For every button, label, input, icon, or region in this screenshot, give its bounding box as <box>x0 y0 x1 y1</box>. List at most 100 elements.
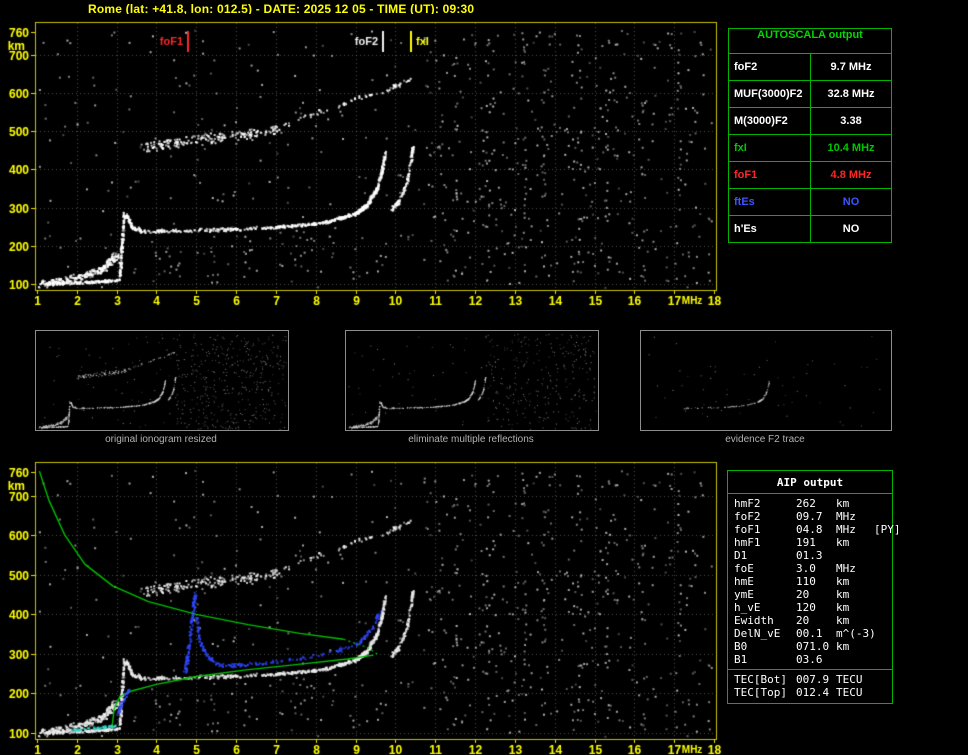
aip-name: Ewidth <box>734 614 774 627</box>
autoscala-row-label: fxI <box>729 135 811 161</box>
aip-tec-rows: TEC[Bot] 007.9 TECU TEC[Top] 012.4 TECU <box>728 673 892 699</box>
aip-separator <box>728 669 892 670</box>
aip-extra <box>874 562 892 575</box>
aip-name: B1 <box>734 653 748 666</box>
aip-extra <box>874 575 892 588</box>
autoscala-row-value: 4.8 MHz <box>830 169 872 181</box>
aip-name: foF1 <box>734 523 761 536</box>
aip-extra: [PY] <box>874 523 901 536</box>
aip-extra <box>874 588 892 601</box>
aip-val: 20 <box>796 588 810 601</box>
aip-row: h_vE 120 km <box>728 601 892 614</box>
aip-val: 20 <box>796 614 810 627</box>
aip-unit: km <box>836 640 850 653</box>
aip-unit: MHz <box>836 523 856 536</box>
aip-row: B1 03.6 <box>728 653 892 666</box>
aip-unit: km <box>836 601 850 614</box>
autoscala-row-value: NO <box>842 196 860 208</box>
aip-title: AIP output <box>728 474 892 494</box>
aip-val: 110 <box>796 575 816 588</box>
aip-unit: m^(-3) <box>836 627 876 640</box>
aip-extra <box>874 653 892 666</box>
aip-name: hmF1 <box>734 536 761 549</box>
aip-name: D1 <box>734 549 748 562</box>
aip-extra <box>874 673 892 686</box>
autoscala-row-value: 10.4 MHz <box>827 142 875 154</box>
aip-extra <box>874 601 892 614</box>
thumbnail-original-ionogram <box>35 330 289 431</box>
aip-row: hmE 110 km <box>728 575 892 588</box>
thumbnail-eliminate-multiples <box>345 330 599 431</box>
aip-val: 191 <box>796 536 816 549</box>
aip-unit: km <box>836 575 850 588</box>
autoscala-row: foF2 9.7 MHz <box>729 54 891 81</box>
autoscala-row: M(3000)F2 3.38 <box>729 108 891 135</box>
autoscala-title: AUTOSCALA output <box>729 29 891 54</box>
aip-val: 01.3 <box>796 549 823 562</box>
aip-unit: TECU <box>836 686 863 699</box>
aip-name: foF2 <box>734 510 761 523</box>
autoscala-screen: { "title": "Rome (lat: +41.8, lon: 012.5… <box>0 0 968 755</box>
autoscala-row-label: MUF(3000)F2 <box>729 81 811 107</box>
autoscala-row-value: 9.7 MHz <box>830 61 872 73</box>
autoscala-row: h'Es NO <box>729 216 891 242</box>
aip-row: DelN_vE 00.1 m^(-3) <box>728 627 892 640</box>
aip-val: 00.1 <box>796 627 823 640</box>
aip-output-panel: AIP output hmF2 262 km foF2 09.7 MHz foF1 04.8 M… <box>727 470 901 704</box>
aip-row: TEC[Bot] 007.9 TECU <box>728 673 892 686</box>
aip-row: ymE 20 km <box>728 588 892 601</box>
autoscala-row-value: NO <box>842 223 860 235</box>
aip-unit: km <box>836 497 850 510</box>
autoscala-row-label: foF1 <box>729 162 811 188</box>
autoscala-row: ftEs NO <box>729 189 891 216</box>
aip-row: D1 01.3 <box>728 549 892 562</box>
aip-row: foF1 04.8 MHz [PY] <box>728 523 901 536</box>
aip-name: TEC[Bot] <box>734 673 787 686</box>
autoscala-rows: foF2 9.7 MHz MUF(3000)F2 32.8 MHz M(3000)F2 3… <box>729 54 891 242</box>
aip-val: 03.6 <box>796 653 823 666</box>
aip-row: hmF2 262 km <box>728 497 892 510</box>
aip-unit: km <box>836 588 850 601</box>
aip-name: h_vE <box>734 601 761 614</box>
aip-val: 04.8 <box>796 523 823 536</box>
aip-unit <box>836 549 874 562</box>
aip-unit <box>836 653 874 666</box>
aip-name: foE <box>734 562 754 575</box>
aip-unit: km <box>836 614 850 627</box>
thumbnail-caption-multiples: eliminate multiple reflections <box>408 434 534 445</box>
aip-row: foF2 09.7 MHz <box>728 510 892 523</box>
thumbnail-caption-f2: evidence F2 trace <box>725 434 805 445</box>
autoscala-row-label: foF2 <box>729 54 811 80</box>
autoscala-row: fxI 10.4 MHz <box>729 135 891 162</box>
aip-extra <box>874 497 892 510</box>
aip-extra <box>874 686 892 699</box>
aip-name: hmF2 <box>734 497 761 510</box>
ionogram-top-canvas <box>0 14 724 324</box>
aip-val: 262 <box>796 497 816 510</box>
autoscala-row-value: 32.8 MHz <box>827 88 875 100</box>
aip-row: hmF1 191 km <box>728 536 892 549</box>
thumbnail-evidence-f2-trace <box>640 330 892 431</box>
aip-name: ymE <box>734 588 754 601</box>
aip-val: 120 <box>796 601 816 614</box>
aip-unit: MHz <box>836 562 856 575</box>
autoscala-output-panel: AUTOSCALA output foF2 9.7 MHz MUF(3000)F2 3… <box>728 28 892 243</box>
aip-row: foE 3.0 MHz <box>728 562 892 575</box>
ionogram-bottom-canvas <box>0 455 724 755</box>
aip-unit: MHz <box>836 510 856 523</box>
aip-extra <box>874 627 892 640</box>
autoscala-row: foF1 4.8 MHz <box>729 162 891 189</box>
aip-row: B0 071.0 km <box>728 640 892 653</box>
aip-extra <box>874 640 892 653</box>
aip-val: 007.9 <box>796 673 830 686</box>
autoscala-row-label: M(3000)F2 <box>729 108 811 134</box>
autoscala-row-label: ftEs <box>729 189 811 215</box>
aip-val: 012.4 <box>796 686 830 699</box>
aip-val: 3.0 <box>796 562 816 575</box>
aip-extra <box>874 536 892 549</box>
autoscala-row-label: h'Es <box>729 216 811 242</box>
aip-row: Ewidth 20 km <box>728 614 892 627</box>
aip-rows: hmF2 262 km foF2 09.7 MHz foF1 04.8 MHz [PY] hmF1 1… <box>728 497 901 666</box>
aip-extra <box>874 614 892 627</box>
aip-val: 071.0 <box>796 640 830 653</box>
